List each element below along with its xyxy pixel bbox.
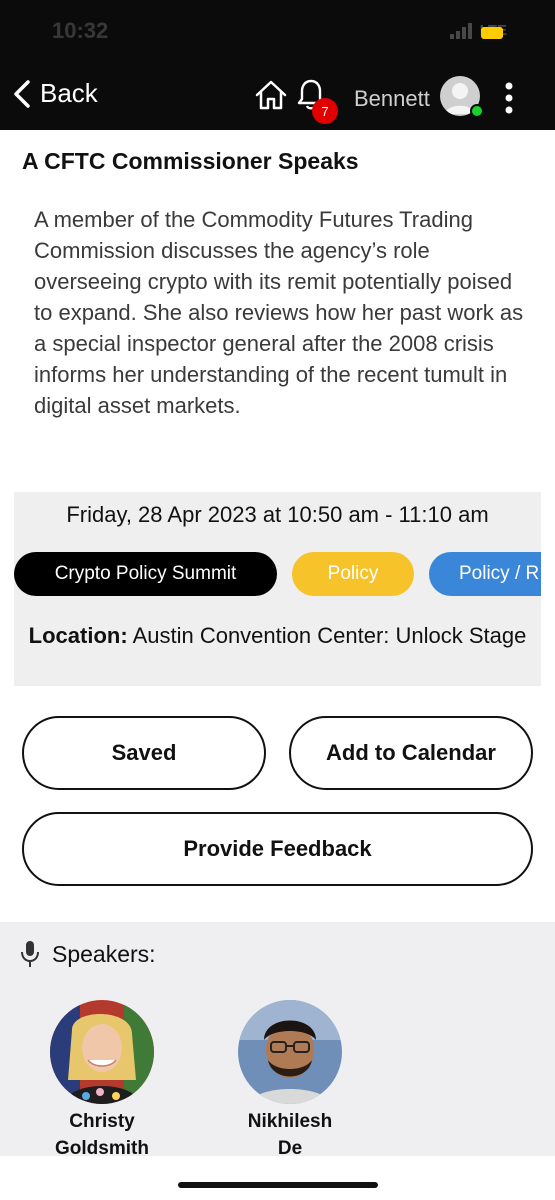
session-location: Location: Austin Convention Center: Unlo… (14, 620, 541, 651)
tag-policy[interactable]: Policy (292, 552, 414, 596)
location-label: Location: (28, 623, 128, 648)
speaker-photo (50, 1000, 154, 1104)
speaker-last-name: Goldsmith (55, 1138, 149, 1159)
chevron-left-icon (14, 79, 30, 108)
speaker-photo (238, 1000, 342, 1104)
speaker-card[interactable]: Nikhilesh De (220, 1000, 360, 1162)
speakers-heading: Speakers: (52, 940, 156, 967)
speaker-name: Christy Goldsmith (32, 1108, 172, 1162)
username[interactable]: Bennett (354, 86, 430, 112)
status-bar: 10:32 LTE (0, 14, 555, 50)
speakers-heading-row: Speakers: (20, 940, 156, 968)
speaker-card[interactable]: Christy Goldsmith (32, 1000, 172, 1162)
add-to-calendar-button[interactable]: Add to Calendar (289, 716, 533, 790)
home-indicator[interactable] (178, 1182, 378, 1188)
session-title: A CFTC Commissioner Speaks (22, 148, 359, 174)
online-status-dot (470, 104, 484, 118)
speaker-first-name: Christy (69, 1111, 135, 1132)
notifications-button[interactable]: 7 (294, 76, 344, 124)
notification-badge: 7 (312, 98, 338, 124)
saved-button[interactable]: Saved (22, 716, 266, 790)
speaker-last-name: De (277, 1138, 303, 1159)
profile-avatar[interactable] (440, 76, 484, 120)
more-vertical-icon[interactable] (500, 80, 518, 116)
battery-icon (481, 27, 503, 39)
session-datetime: Friday, 28 Apr 2023 at 10:50 am - 11:10 … (66, 502, 489, 527)
navigation: Back 7 Bennett (0, 72, 555, 124)
signal-icon (449, 22, 472, 39)
home-icon[interactable] (254, 78, 288, 112)
speaker-name: Nikhilesh De (220, 1108, 360, 1162)
session-info-panel: Friday, 28 Apr 2023 at 10:50 am - 11:10 … (14, 492, 541, 686)
status-time: 10:32 (52, 18, 109, 43)
back-label: Back (40, 78, 98, 108)
back-button[interactable]: Back (12, 78, 98, 109)
speaker-first-name: Nikhilesh (247, 1111, 333, 1132)
tag-crypto-policy-summit[interactable]: Crypto Policy Summit (14, 552, 277, 596)
tag-policy-r[interactable]: Policy / R (429, 552, 541, 596)
tag-list[interactable]: Crypto Policy Summit Policy Policy / R (14, 552, 541, 596)
microphone-icon (21, 941, 39, 967)
speakers-section: Speakers: Christy Goldsmith Nikhilesh De (0, 922, 555, 1159)
header-bar: 10:32 LTE Back 7 Bennett (0, 0, 555, 130)
session-description: A member of the Commodity Futures Tradin… (34, 207, 524, 418)
location-value: Austin Convention Center: Unlock Stage (132, 623, 527, 648)
provide-feedback-button[interactable]: Provide Feedback (22, 812, 533, 886)
